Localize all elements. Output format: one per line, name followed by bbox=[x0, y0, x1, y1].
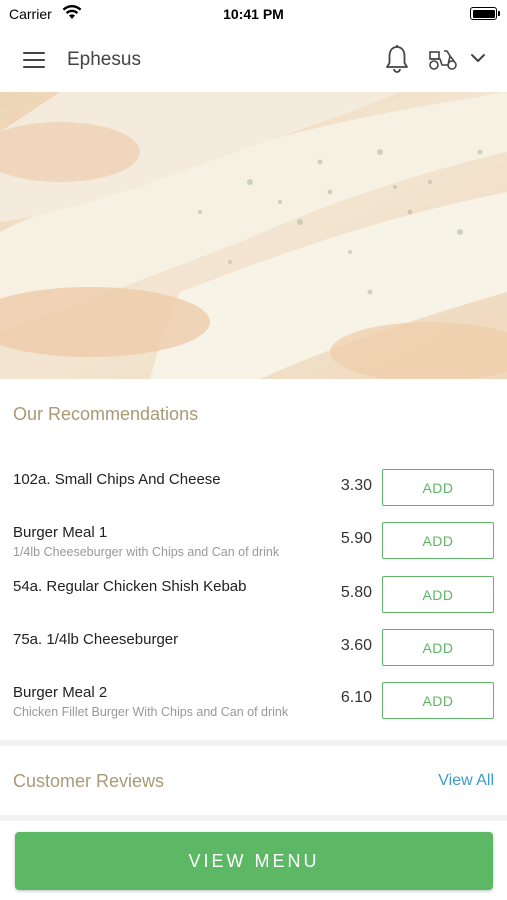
item-name: 75a. 1/4lb Cheeseburger bbox=[13, 631, 179, 648]
add-button[interactable]: ADD bbox=[382, 576, 494, 613]
list-item: 54a. Regular Chicken Shish Kebab 5.80 AD… bbox=[0, 573, 507, 625]
item-price: 5.90 bbox=[340, 530, 372, 547]
view-menu-button[interactable]: VIEW MENU bbox=[15, 832, 493, 890]
list-item: 75a. 1/4lb Cheeseburger 3.60 ADD bbox=[0, 626, 507, 678]
chevron-down-icon[interactable] bbox=[470, 51, 486, 69]
item-price: 5.80 bbox=[340, 584, 372, 601]
hero-food-image bbox=[0, 92, 507, 379]
list-item: Burger Meal 2 Chicken Fillet Burger With… bbox=[0, 679, 507, 731]
item-description: 1/4lb Cheeseburger with Chips and Can of… bbox=[13, 545, 280, 559]
item-name: 54a. Regular Chicken Shish Kebab bbox=[13, 578, 247, 595]
item-description: Chicken Fillet Burger With Chips and Can… bbox=[13, 705, 289, 719]
list-item: Burger Meal 1 1/4lb Cheeseburger with Ch… bbox=[0, 519, 507, 571]
list-item: 102a. Small Chips And Cheese 3.30 ADD bbox=[0, 466, 507, 518]
delivery-scooter-icon[interactable] bbox=[427, 46, 459, 77]
add-button[interactable]: ADD bbox=[382, 682, 494, 719]
bell-icon[interactable] bbox=[384, 44, 410, 79]
item-name: Burger Meal 1 bbox=[13, 524, 108, 541]
item-name: 102a. Small Chips And Cheese bbox=[13, 471, 221, 488]
item-name: Burger Meal 2 bbox=[13, 684, 108, 701]
menu-icon[interactable] bbox=[18, 46, 50, 74]
view-all-link[interactable]: View All bbox=[438, 772, 494, 790]
add-button[interactable]: ADD bbox=[382, 629, 494, 666]
item-price: 3.60 bbox=[340, 637, 372, 654]
add-button[interactable]: ADD bbox=[382, 469, 494, 506]
reviews-title: Customer Reviews bbox=[13, 771, 165, 791]
item-price: 3.30 bbox=[340, 477, 372, 494]
section-divider bbox=[0, 815, 507, 821]
battery-icon bbox=[470, 7, 500, 20]
recommendations-title: Our Recommendations bbox=[13, 404, 199, 424]
section-divider bbox=[0, 740, 507, 746]
item-price: 6.10 bbox=[340, 689, 372, 706]
clock: 10:41 PM bbox=[223, 6, 284, 22]
add-button[interactable]: ADD bbox=[382, 522, 494, 559]
app-header: Ephesus bbox=[0, 30, 507, 90]
status-bar: Carrier 10:41 PM bbox=[0, 0, 507, 28]
footer: VIEW MENU bbox=[0, 822, 507, 900]
restaurant-name: Ephesus bbox=[67, 49, 141, 70]
